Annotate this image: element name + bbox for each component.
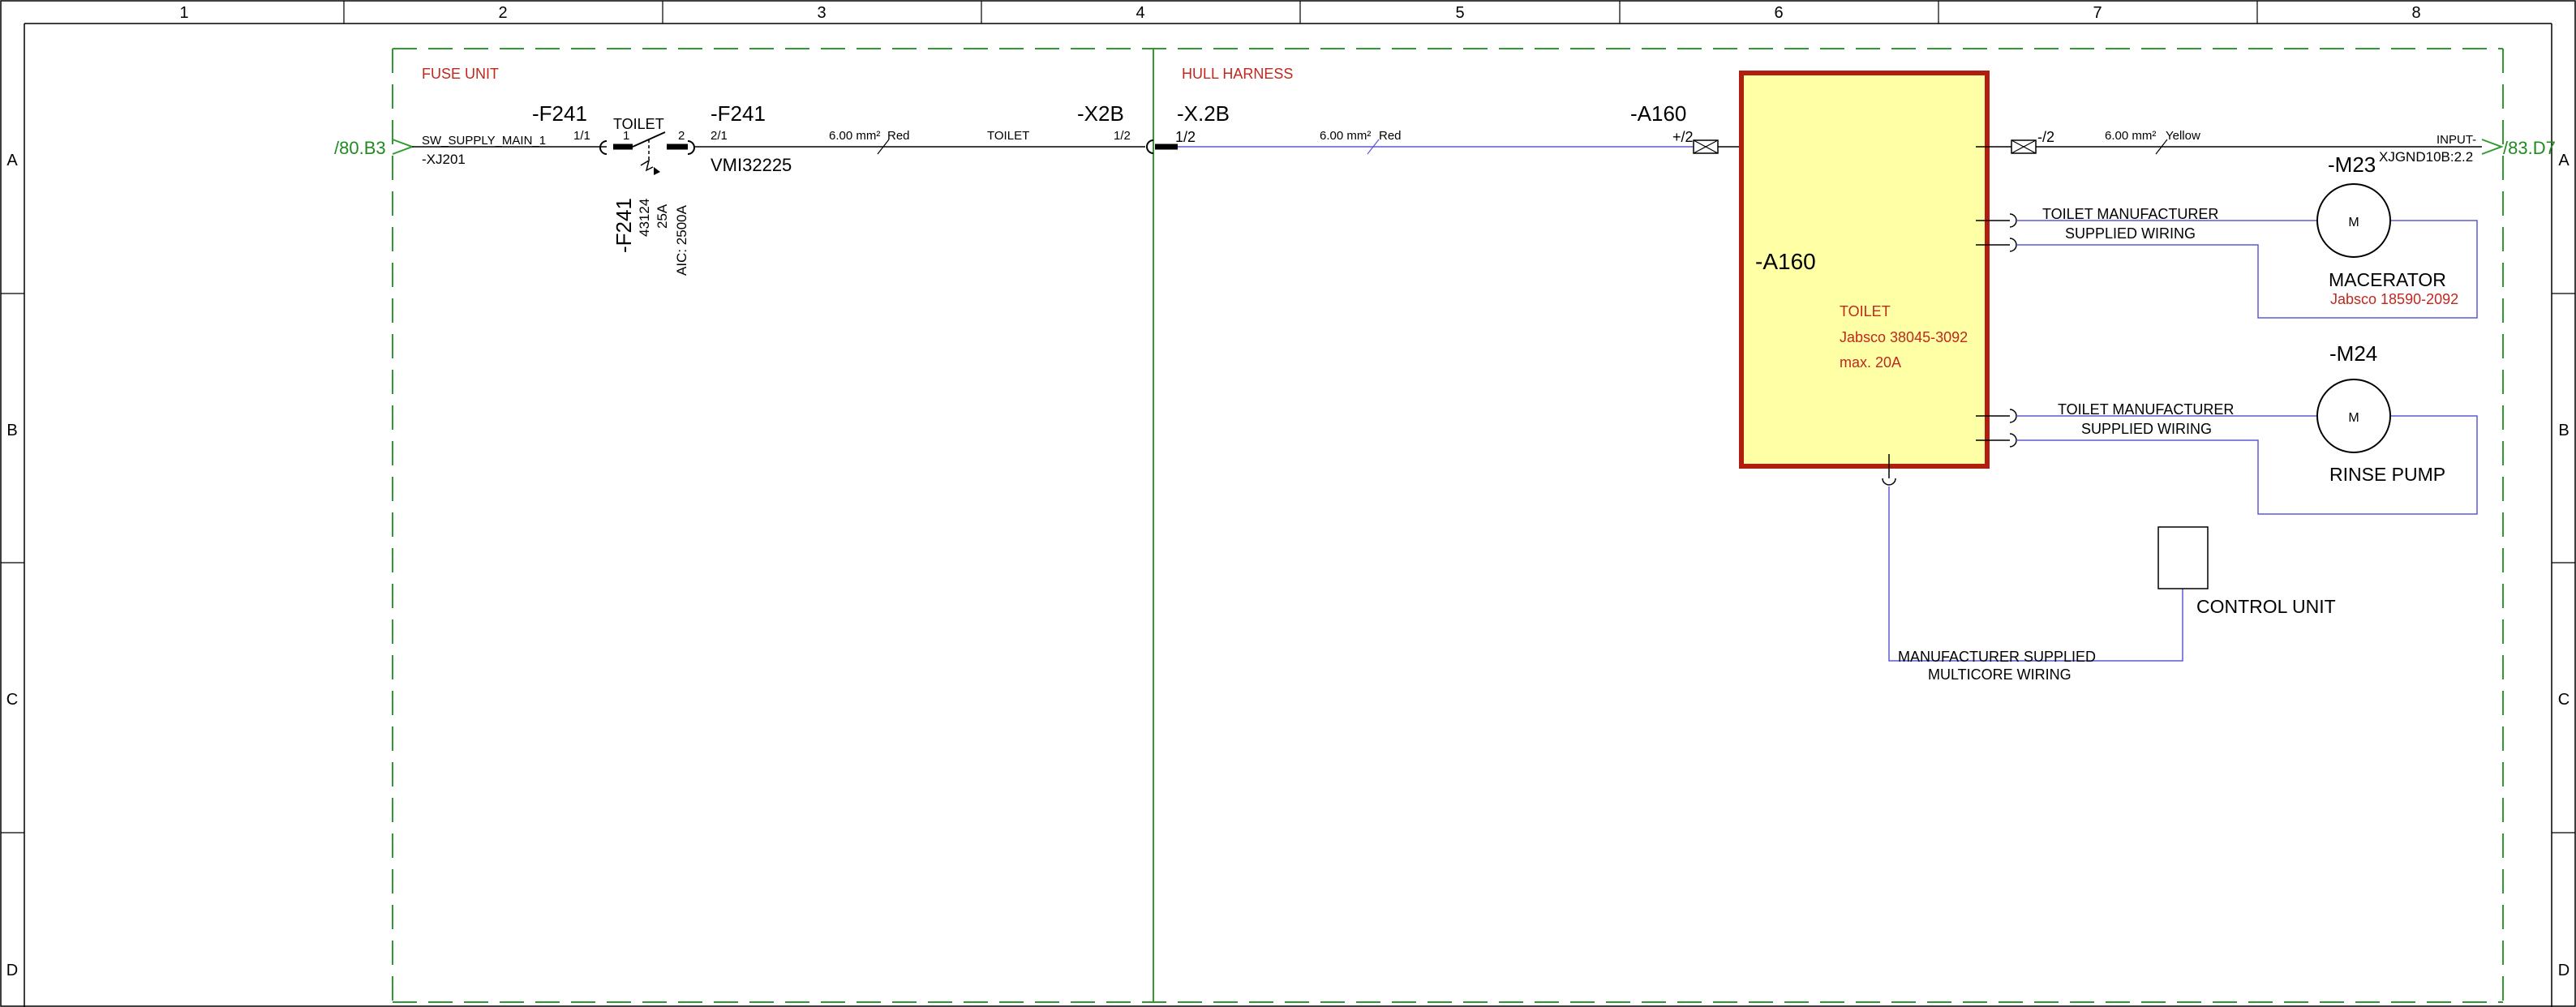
column-label: 1 (179, 4, 188, 22)
row-label: D (2558, 962, 2570, 979)
column-label: 2 (498, 4, 507, 22)
fuse-tag-left: -F241 (532, 101, 587, 126)
fuse-vertical-aic: AIC: 2500A (674, 204, 689, 276)
fuse-contact-label: TOILET (613, 116, 664, 132)
fuse-conn-out: 2/1 (711, 129, 728, 143)
x2b-dot-pin: 1/2 (1175, 129, 1196, 145)
column-label: 8 (2411, 4, 2420, 22)
x2b-dot-tag: -X.2B (1177, 101, 1230, 126)
row-label: A (2558, 152, 2570, 169)
control-unit-wiring-label-2: MULTICORE WIRING (1928, 666, 2072, 683)
fuse-pin-left: 1 (623, 129, 629, 143)
a160-device-model: Jabsco 38045-3092 (1840, 329, 1968, 345)
a160-top-tag: -A160 (1630, 101, 1686, 126)
fuse-part-number: VMI32225 (711, 155, 792, 175)
wire3-color: Yellow (2166, 129, 2200, 143)
fuse-vertical-rating: 25A (655, 204, 670, 229)
row-label: C (6, 691, 18, 709)
wire1-label: TOILET (987, 129, 1029, 143)
column-label: 3 (817, 4, 826, 22)
drawing-frame: 1 2 3 4 5 6 7 8 A B C D A B C D (0, 0, 2576, 1007)
control-unit-wiring-label-1: MANUFACTURER SUPPLIED (1898, 649, 2096, 665)
hull-harness-region-label: HULL HARNESS (1182, 66, 1293, 82)
fuse-vertical-tag: -F241 (612, 198, 636, 253)
fuse-vertical-code: 43124 (637, 199, 652, 237)
wire2-size: 6.00 mm² (1320, 129, 1371, 143)
fuse-pin-right: 2 (678, 129, 685, 143)
wire3-destination-ref: XJGND10B:2.2 (2379, 149, 2473, 165)
m23-wiring-label-1: TOILET MANUFACTURER (2042, 206, 2218, 222)
m24-wiring-label-2: SUPPLIED WIRING (2081, 421, 2212, 437)
wire1-size: 6.00 mm² (829, 129, 880, 143)
incoming-cross-reference[interactable]: /80.B3 (334, 138, 386, 158)
x2b-pin: 1/2 (1114, 129, 1131, 143)
control-unit-box[interactable] (2157, 526, 2209, 589)
wire1-color: Red (887, 129, 910, 143)
supply-signal-label: SW_SUPPLY_MAIN_1 (422, 134, 546, 148)
row-label: C (2558, 691, 2570, 709)
row-label: D (6, 962, 18, 979)
m24-wiring-label-1: TOILET MANUFACTURER (2058, 401, 2234, 418)
a160-device-name: TOILET (1840, 303, 1891, 319)
m24-motor-letter: M (2348, 411, 2359, 425)
column-label: 7 (2093, 4, 2102, 22)
a160-pin-minus: -/2 (2037, 129, 2054, 145)
schematic-sheet: 1 2 3 4 5 6 7 8 A B C D A B C D FUSE UNI… (0, 0, 2576, 1007)
m23-name: MACERATOR (2329, 269, 2446, 290)
row-label: A (6, 152, 18, 169)
x2b-tag: -X2B (1077, 101, 1124, 126)
row-label: B (2558, 422, 2569, 439)
fuse-conn-in: 1/1 (573, 129, 590, 143)
wire3-size: 6.00 mm² (2105, 129, 2156, 143)
a160-minus-terminal (2011, 139, 2037, 154)
a160-plus-terminal (1693, 139, 1719, 154)
column-label: 5 (1455, 4, 1464, 22)
fuse-unit-region-label: FUSE UNIT (422, 66, 499, 82)
m23-model: Jabsco 18590-2092 (2330, 291, 2458, 307)
column-label: 6 (1774, 4, 1783, 22)
wire2-color: Red (1379, 129, 1402, 143)
a160-pin-plus: +/2 (1672, 129, 1694, 145)
column-label: 4 (1136, 4, 1144, 22)
wire3-destination: INPUT- (2436, 133, 2476, 147)
m23-motor-letter: M (2348, 216, 2359, 229)
control-unit-name: CONTROL UNIT (2196, 596, 2336, 617)
a160-device-rating: max. 20A (1840, 354, 1901, 371)
m24-tag: -M24 (2329, 341, 2377, 366)
supply-connector-label: -XJ201 (422, 152, 466, 167)
row-label: B (6, 422, 17, 439)
outgoing-cross-reference[interactable]: /83.D7 (2503, 138, 2556, 158)
m24-name: RINSE PUMP (2329, 464, 2445, 485)
m23-tag: -M23 (2328, 152, 2376, 177)
m23-wiring-label-2: SUPPLIED WIRING (2065, 225, 2196, 242)
fuse-tag-right: -F241 (711, 101, 766, 126)
a160-inner-tag: -A160 (1755, 249, 1816, 274)
